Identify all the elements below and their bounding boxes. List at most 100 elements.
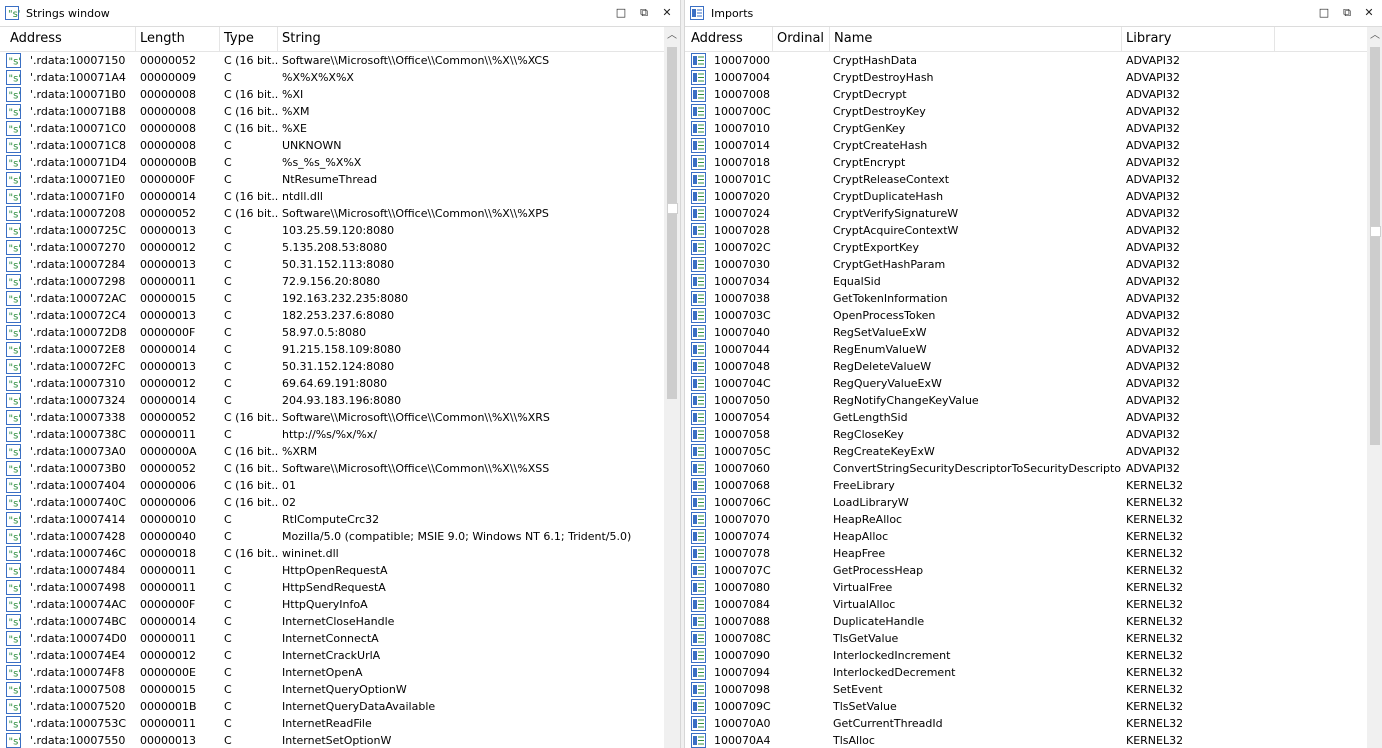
string-row[interactable]: "s" '.rdata:10007270 00000012 C 5.135.208.53… [0, 239, 664, 256]
string-row[interactable]: "s" '.rdata:1000753C 00000011 C InternetRead… [0, 715, 664, 732]
import-row[interactable]: 10007070 HeapReAlloc KERNEL32 [685, 511, 1367, 528]
col-length[interactable]: Length [136, 27, 220, 51]
restore-button[interactable]: □ [614, 6, 628, 20]
string-row[interactable]: "s" '.rdata:10007284 00000013 C 50.31.152.11… [0, 256, 664, 273]
import-row[interactable]: 10007030 CryptGetHashParam ADVAPI32 [685, 256, 1367, 273]
string-row[interactable]: "s" '.rdata:1000725C 00000013 C 103.25.59.12… [0, 222, 664, 239]
string-row[interactable]: "s" '.rdata:100074F8 0000000E C InternetOpen… [0, 664, 664, 681]
string-row[interactable]: "s" '.rdata:100073B0 00000052 C (16 bit... S… [0, 460, 664, 477]
string-row[interactable]: "s" '.rdata:10007150 00000052 C (16 bit... S… [0, 52, 664, 69]
import-row[interactable]: 10007044 RegEnumValueW ADVAPI32 [685, 341, 1367, 358]
import-row[interactable]: 10007024 CryptVerifySignatureW ADVAPI32 [685, 205, 1367, 222]
string-row[interactable]: "s" '.rdata:100071E0 0000000F C NtResumeThre… [0, 171, 664, 188]
col-string[interactable]: String [278, 27, 664, 51]
string-row[interactable]: "s" '.rdata:100071C8 00000008 C UNKNOWN [0, 137, 664, 154]
import-row[interactable]: 10007098 SetEvent KERNEL32 [685, 681, 1367, 698]
import-row[interactable]: 10007010 CryptGenKey ADVAPI32 [685, 120, 1367, 137]
import-row[interactable]: 10007008 CryptDecrypt ADVAPI32 [685, 86, 1367, 103]
string-row[interactable]: "s" '.rdata:10007428 00000040 C Mozilla/5.0 … [0, 528, 664, 545]
col-name[interactable]: Name [830, 27, 1122, 51]
import-row[interactable]: 10007000 CryptHashData ADVAPI32 [685, 52, 1367, 69]
float-button[interactable]: ⧉ [1340, 6, 1354, 20]
imports-scrollbar[interactable]: ︿ [1367, 27, 1382, 748]
col-ordinal[interactable]: Ordinal [773, 27, 830, 51]
restore-button[interactable]: □ [1317, 6, 1331, 20]
string-row[interactable]: "s" '.rdata:10007404 00000006 C (16 bit... 0… [0, 477, 664, 494]
import-row[interactable]: 10007020 CryptDuplicateHash ADVAPI32 [685, 188, 1367, 205]
string-row[interactable]: "s" '.rdata:1000746C 00000018 C (16 bit... w… [0, 545, 664, 562]
string-row[interactable]: "s" '.rdata:10007414 00000010 C RtlComputeCr… [0, 511, 664, 528]
col-address[interactable]: Address [6, 27, 136, 51]
import-row[interactable]: 10007084 VirtualAlloc KERNEL32 [685, 596, 1367, 613]
string-row[interactable]: "s" '.rdata:100072FC 00000013 C 50.31.152.12… [0, 358, 664, 375]
import-row[interactable]: 10007054 GetLengthSid ADVAPI32 [685, 409, 1367, 426]
string-row[interactable]: "s" '.rdata:100074E4 00000012 C InternetCrac… [0, 647, 664, 664]
import-row[interactable]: 10007080 VirtualFree KERNEL32 [685, 579, 1367, 596]
col-library[interactable]: Library [1122, 27, 1275, 51]
scrollbar-thumb[interactable] [1370, 47, 1380, 445]
import-row[interactable]: 10007068 FreeLibrary KERNEL32 [685, 477, 1367, 494]
import-row[interactable]: 10007094 InterlockedDecrement KERNEL32 [685, 664, 1367, 681]
string-row[interactable]: "s" '.rdata:100071D4 0000000B C %s_%s_%X%X [0, 154, 664, 171]
import-row[interactable]: 1000709C TlsSetValue KERNEL32 [685, 698, 1367, 715]
close-button[interactable]: ✕ [660, 6, 674, 20]
import-row[interactable]: 10007060 ConvertStringSecurityDescriptorT… [685, 460, 1367, 477]
import-row[interactable]: 1000707C GetProcessHeap KERNEL32 [685, 562, 1367, 579]
string-row[interactable]: "s" '.rdata:100074BC 00000014 C InternetClos… [0, 613, 664, 630]
import-row[interactable]: 1000701C CryptReleaseContext ADVAPI32 [685, 171, 1367, 188]
scrollbar-thumb[interactable] [667, 47, 677, 399]
string-row[interactable]: "s" '.rdata:100071C0 00000008 C (16 bit...%… [0, 120, 664, 137]
import-row[interactable]: 10007048 RegDeleteValueW ADVAPI32 [685, 358, 1367, 375]
string-row[interactable]: "s" '.rdata:10007520 0000001B C InternetQuer… [0, 698, 664, 715]
import-row[interactable]: 1000708C TlsGetValue KERNEL32 [685, 630, 1367, 647]
string-row[interactable]: "s" '.rdata:10007338 00000052 C (16 bit... S… [0, 409, 664, 426]
string-row[interactable]: "s" '.rdata:10007310 00000012 C 69.64.69.191… [0, 375, 664, 392]
string-row[interactable]: "s" '.rdata:10007550 00000013 C InternetSetO… [0, 732, 664, 748]
import-row[interactable]: 10007090 InterlockedIncrement KERNEL32 [685, 647, 1367, 664]
string-row[interactable]: "s" '.rdata:10007508 00000015 C InternetQuer… [0, 681, 664, 698]
float-button[interactable]: ⧉ [637, 6, 651, 20]
scroll-up-arrow-icon[interactable]: ︿ [1367, 27, 1382, 44]
import-row[interactable]: 10007004 CryptDestroyHash ADVAPI32 [685, 69, 1367, 86]
string-row[interactable]: "s" '.rdata:10007324 00000014 C 204.93.183.1… [0, 392, 664, 409]
string-row[interactable]: "s" '.rdata:100074D0 00000011 C InternetConn… [0, 630, 664, 647]
import-row[interactable]: 10007018 CryptEncrypt ADVAPI32 [685, 154, 1367, 171]
import-row[interactable]: 1000706C LoadLibraryW KERNEL32 [685, 494, 1367, 511]
string-row[interactable]: "s" '.rdata:100071B0 00000008 C (16 bit...%… [0, 86, 664, 103]
col-address[interactable]: Address [687, 27, 773, 51]
string-row[interactable]: "s" '.rdata:10007298 00000011 C 72.9.156.20:… [0, 273, 664, 290]
import-row[interactable]: 10007078 HeapFree KERNEL32 [685, 545, 1367, 562]
string-row[interactable]: "s" '.rdata:100071B8 00000008 C (16 bit...%… [0, 103, 664, 120]
import-row[interactable]: 10007038 GetTokenInformation ADVAPI32 [685, 290, 1367, 307]
imports-window-titlebar[interactable]: Imports □ ⧉ ✕ [685, 0, 1382, 27]
string-row[interactable]: "s" '.rdata:100071F0 00000014 C (16 bit... n… [0, 188, 664, 205]
strings-scrollbar[interactable]: ︿ [664, 27, 680, 748]
import-row[interactable]: 100070A0 GetCurrentThreadId KERNEL32 [685, 715, 1367, 732]
strings-window-titlebar[interactable]: "s" Strings window □ ⧉ ✕ [0, 0, 680, 27]
string-row[interactable]: "s" '.rdata:100074AC 0000000F C HttpQueryInf… [0, 596, 664, 613]
string-row[interactable]: "s" '.rdata:100073A0 0000000A C (16 bit...%… [0, 443, 664, 460]
string-row[interactable]: "s" '.rdata:1000738C 00000011 Chttp://%s/%x… [0, 426, 664, 443]
import-row[interactable]: 10007074 HeapAlloc KERNEL32 [685, 528, 1367, 545]
import-row[interactable]: 10007040 RegSetValueExW ADVAPI32 [685, 324, 1367, 341]
import-row[interactable]: 10007050 RegNotifyChangeKeyValue ADVAPI32 [685, 392, 1367, 409]
import-row[interactable]: 10007014 CryptCreateHash ADVAPI32 [685, 137, 1367, 154]
import-row[interactable]: 10007028 CryptAcquireContextW ADVAPI32 [685, 222, 1367, 239]
scroll-up-arrow-icon[interactable]: ︿ [664, 27, 680, 44]
string-row[interactable]: "s" '.rdata:10007208 00000052 C (16 bit... S… [0, 205, 664, 222]
import-row[interactable]: 100070A4 TlsAlloc KERNEL32 [685, 732, 1367, 748]
string-row[interactable]: "s" '.rdata:10007484 00000011 C HttpOpenRequ… [0, 562, 664, 579]
string-row[interactable]: "s" '.rdata:100072E8 00000014 C 91.215.158.1… [0, 341, 664, 358]
string-row[interactable]: "s" '.rdata:10007498 00000011 C HttpSendRequ… [0, 579, 664, 596]
import-row[interactable]: 10007088 DuplicateHandle KERNEL32 [685, 613, 1367, 630]
string-row[interactable]: "s" '.rdata:1000740C 00000006 C (16 bit... 0… [0, 494, 664, 511]
import-row[interactable]: 1000705C RegCreateKeyExW ADVAPI32 [685, 443, 1367, 460]
import-row[interactable]: 10007034 EqualSid ADVAPI32 [685, 273, 1367, 290]
import-row[interactable]: 1000703C OpenProcessToken ADVAPI32 [685, 307, 1367, 324]
close-button[interactable]: ✕ [1362, 6, 1376, 20]
string-row[interactable]: "s" '.rdata:100071A4 00000009 C %X%X%X%X [0, 69, 664, 86]
string-row[interactable]: "s" '.rdata:100072D8 0000000F C 58.97.0.5:80… [0, 324, 664, 341]
import-row[interactable]: 1000702C CryptExportKey ADVAPI32 [685, 239, 1367, 256]
import-row[interactable]: 1000700C CryptDestroyKey ADVAPI32 [685, 103, 1367, 120]
string-row[interactable]: "s" '.rdata:100072AC 00000015 C 192.163.232.… [0, 290, 664, 307]
